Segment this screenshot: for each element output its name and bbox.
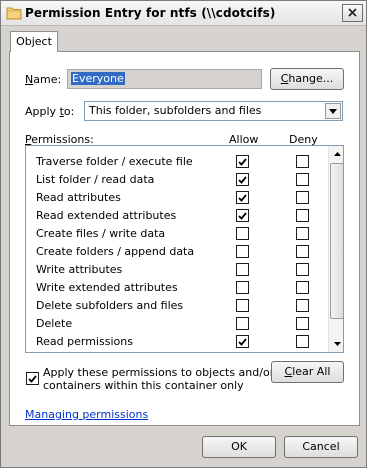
folder-icon — [6, 6, 22, 20]
name-field: Everyone — [67, 69, 262, 89]
chevron-down-icon[interactable] — [325, 103, 341, 119]
deny-checkbox[interactable] — [296, 281, 309, 294]
name-label: Name: — [25, 73, 62, 86]
scroll-down-button[interactable] — [329, 336, 343, 352]
permission-row: Read extended attributes — [26, 207, 327, 225]
change-button[interactable]: Change... — [270, 68, 344, 90]
checkmark-icon — [238, 193, 247, 202]
apply-to-value: This folder, subfolders and files — [89, 104, 262, 117]
deny-checkbox[interactable] — [296, 263, 309, 276]
permission-row: Write attributes — [26, 261, 327, 279]
permission-label: Create folders / append data — [36, 245, 195, 258]
permission-label: Read permissions — [36, 335, 133, 348]
permission-label: Write extended attributes — [36, 281, 178, 294]
permission-label: Read extended attributes — [36, 209, 177, 222]
managing-permissions-link[interactable]: Managing permissions — [25, 408, 148, 421]
cancel-button[interactable]: Cancel — [284, 436, 358, 458]
title-bar[interactable]: Permission Entry for ntfs (\\cdotcifs) — [1, 1, 366, 26]
allow-checkbox[interactable] — [236, 155, 249, 168]
permission-label: Create files / write data — [36, 227, 166, 240]
permission-row: Write extended attributes — [26, 279, 327, 297]
deny-checkbox[interactable] — [296, 173, 309, 186]
allow-checkbox[interactable] — [236, 317, 249, 330]
deny-checkbox[interactable] — [296, 209, 309, 222]
checkmark-icon — [238, 175, 247, 184]
deny-checkbox[interactable] — [296, 335, 309, 348]
deny-checkbox[interactable] — [296, 191, 309, 204]
apply-inherit-line2[interactable]: containers within this container only — [43, 379, 244, 392]
allow-checkbox[interactable] — [236, 209, 249, 222]
permission-row: Delete subfolders and files — [26, 297, 327, 315]
permission-label: Traverse folder / execute file — [36, 155, 193, 168]
close-icon — [348, 7, 357, 20]
apply-to-label: Apply to: — [25, 105, 75, 118]
permission-row: Traverse folder / execute file — [26, 153, 327, 171]
deny-checkbox[interactable] — [296, 155, 309, 168]
deny-checkbox[interactable] — [296, 299, 309, 312]
permission-entry-dialog: Permission Entry for ntfs (\\cdotcifs) O… — [0, 0, 367, 468]
permission-row: Create folders / append data — [26, 243, 327, 261]
apply-inherit-checkbox[interactable] — [26, 372, 39, 385]
allow-checkbox[interactable] — [236, 299, 249, 312]
tab-object[interactable]: Object — [10, 31, 58, 52]
allow-checkbox[interactable] — [236, 281, 249, 294]
permission-label: Delete — [36, 317, 73, 330]
permission-row: Read attributes — [26, 189, 327, 207]
permission-row: Delete — [26, 315, 327, 333]
window-title: Permission Entry for ntfs (\\cdotcifs) — [25, 6, 276, 20]
allow-checkbox[interactable] — [236, 335, 249, 348]
ok-button[interactable]: OK — [202, 436, 276, 458]
permission-label: Write attributes — [36, 263, 123, 276]
allow-checkbox[interactable] — [236, 191, 249, 204]
permissions-scrollbar[interactable] — [328, 146, 343, 352]
allow-checkbox[interactable] — [236, 227, 249, 240]
deny-checkbox[interactable] — [296, 227, 309, 240]
deny-checkbox[interactable] — [296, 245, 309, 258]
allow-checkbox[interactable] — [236, 263, 249, 276]
permissions-list[interactable]: Traverse folder / execute file List folde… — [25, 145, 344, 353]
permission-label: Delete subfolders and files — [36, 299, 184, 312]
apply-to-select[interactable]: This folder, subfolders and files — [84, 101, 343, 121]
allow-checkbox[interactable] — [236, 245, 249, 258]
permission-label: List folder / read data — [36, 173, 155, 186]
checkmark-icon — [238, 157, 247, 166]
checkmark-icon — [28, 374, 37, 383]
arrow-down-icon — [333, 342, 341, 346]
name-value: Everyone — [71, 72, 125, 85]
permission-row: Read permissions — [26, 333, 327, 351]
allow-checkbox[interactable] — [236, 173, 249, 186]
permission-row: Create files / write data — [26, 225, 327, 243]
deny-checkbox[interactable] — [296, 317, 309, 330]
close-button[interactable] — [342, 4, 363, 22]
scroll-up-button[interactable] — [329, 146, 343, 162]
permission-label: Read attributes — [36, 191, 121, 204]
checkmark-icon — [238, 337, 247, 346]
apply-inherit-line1[interactable]: Apply these permissions to objects and/o… — [43, 366, 274, 379]
scrollbar-thumb[interactable] — [330, 163, 343, 319]
clear-all-button[interactable]: Clear All — [271, 361, 344, 383]
permission-row: List folder / read data — [26, 171, 327, 189]
checkmark-icon — [238, 211, 247, 220]
arrow-up-icon — [333, 152, 341, 156]
